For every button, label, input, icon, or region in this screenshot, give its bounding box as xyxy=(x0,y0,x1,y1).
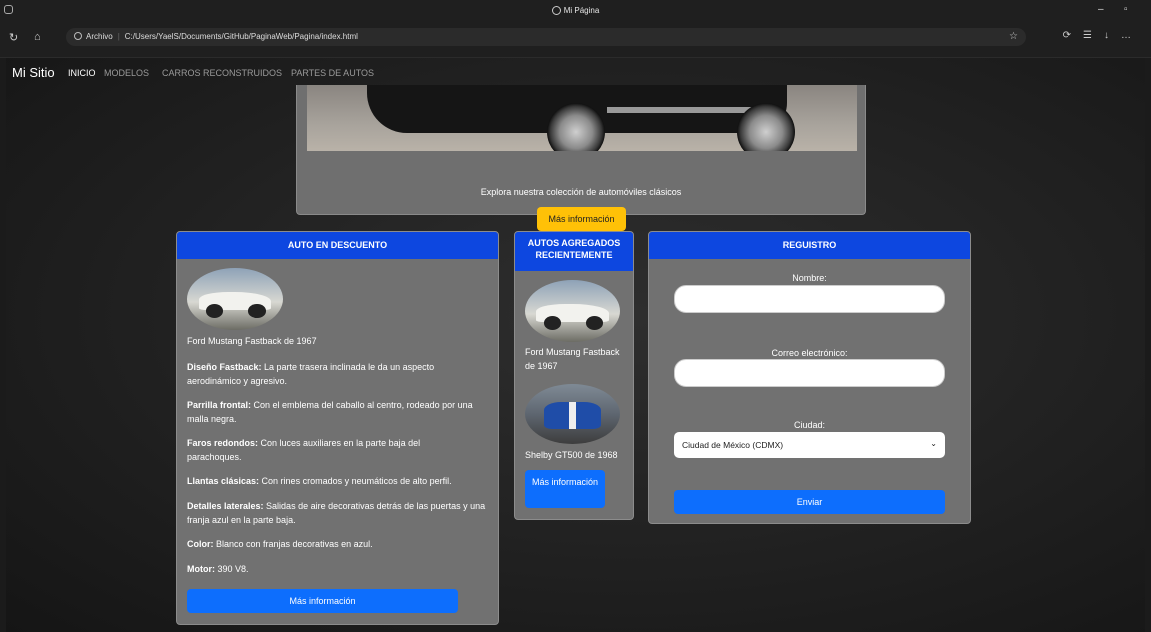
recent-car-image xyxy=(525,384,620,444)
feature-item: Color: Blanco con franjas decorativas en… xyxy=(187,539,373,549)
info-icon xyxy=(74,32,82,40)
site-navbar: Mi Sitio INICIO MODELOS CARROS RECONSTRU… xyxy=(6,58,1145,86)
extensions-icon[interactable]: ⟳ xyxy=(1063,30,1083,41)
email-label: Correo electrónico: xyxy=(771,348,848,358)
discount-card: AUTO EN DESCUENTO Ford Mustang Fastback … xyxy=(176,231,499,625)
feature-item: Detalles laterales: Salidas de aire deco… xyxy=(187,501,486,525)
address-bar[interactable]: Archivo | C:/Users/YaelS/Documents/GitHub/… xyxy=(66,28,1026,46)
feature-item: Motor: 390 V8. xyxy=(187,564,249,574)
refresh-icon[interactable]: ↻ xyxy=(9,31,18,44)
city-label: Ciudad: xyxy=(793,420,826,430)
restore-icon[interactable]: ▫ xyxy=(1124,4,1128,15)
browser-toolbar: ↻ ⌂ Archivo | C:/Users/YaelS/Documents/Git… xyxy=(0,22,1151,58)
more-icon[interactable]: … xyxy=(1121,30,1143,41)
nav-link-carros-reconstruidos[interactable]: CARROS RECONSTRUIDOS xyxy=(162,68,282,78)
registration-card-title: REGUISTRO xyxy=(649,232,970,259)
recent-card: AUTOS AGREGADOS RECIENTEMENTE Ford Musta… xyxy=(514,231,634,520)
nav-link-inicio[interactable]: INICIO xyxy=(68,68,96,78)
recent-car-name: Ford Mustang Fastback de 1967 xyxy=(525,347,620,371)
nav-link-modelos[interactable]: MODELOS xyxy=(104,68,149,78)
url-text: C:/Users/YaelS/Documents/GitHub/PaginaWe… xyxy=(124,32,358,41)
hero-car-image xyxy=(307,85,857,151)
nav-link-partes-de-autos[interactable]: PARTES DE AUTOS xyxy=(291,68,374,78)
favorites-icon[interactable]: ☰ xyxy=(1083,30,1104,41)
chevron-down-icon: ⌄ xyxy=(930,439,937,448)
site-brand[interactable]: Mi Sitio xyxy=(12,65,55,80)
city-select[interactable]: Ciudad de México (CDMX) ⌄ xyxy=(674,432,945,458)
feature-item: Parrilla frontal: Con el emblema del cab… xyxy=(187,400,473,424)
feature-item: Diseño Fastback: La parte trasera inclin… xyxy=(187,362,435,386)
discount-more-info-button[interactable]: Más información xyxy=(187,589,458,613)
star-icon[interactable]: ☆ xyxy=(1009,31,1018,42)
minimize-icon[interactable]: – xyxy=(1098,4,1104,15)
window-title: Mi Página xyxy=(0,6,1151,15)
recent-card-title: AUTOS AGREGADOS RECIENTEMENTE xyxy=(515,232,633,271)
feature-item: Faros redondos: Con luces auxiliares en … xyxy=(187,438,421,462)
hero-card: Explora nuestra colección de automóviles… xyxy=(296,85,866,231)
home-icon[interactable]: ⌂ xyxy=(34,31,41,43)
recent-car-name: Shelby GT500 de 1968 xyxy=(525,450,618,460)
recent-car-image xyxy=(525,280,620,342)
toolbar-icons: ⟳☰↓… xyxy=(1063,30,1143,41)
downloads-icon[interactable]: ↓ xyxy=(1104,30,1121,41)
hero-tagline: Explora nuestra colección de automóviles… xyxy=(480,187,682,197)
name-label: Nombre: xyxy=(792,273,827,283)
registration-card: REGUISTRO Nombre: Correo electrónico: Ci… xyxy=(648,231,971,524)
discount-car-image xyxy=(187,268,283,330)
name-input[interactable] xyxy=(674,285,945,313)
submit-button[interactable]: Enviar xyxy=(674,490,945,514)
globe-icon xyxy=(551,6,561,15)
discount-card-title: AUTO EN DESCUENTO xyxy=(177,232,498,259)
email-input[interactable] xyxy=(674,359,945,387)
recent-more-info-button[interactable]: Más información xyxy=(525,470,605,508)
discount-car-name: Ford Mustang Fastback de 1967 xyxy=(187,336,317,346)
browser-titlebar: Mi Página – ▫ xyxy=(0,0,1151,22)
feature-item: Llantas clásicas: Con rines cromados y n… xyxy=(187,476,452,486)
page-content: Mi Sitio INICIO MODELOS CARROS RECONSTRU… xyxy=(6,58,1145,632)
hero-more-info-button[interactable]: Más información xyxy=(537,207,626,231)
wheel-icon xyxy=(737,103,795,151)
